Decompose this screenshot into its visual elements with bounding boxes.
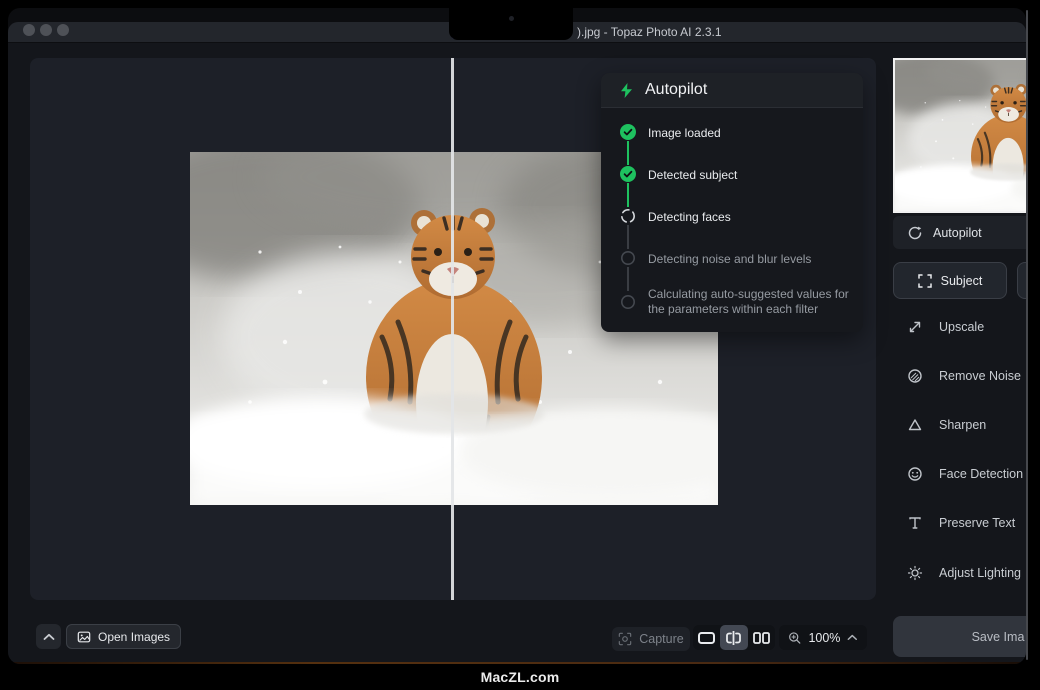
check-circle-icon bbox=[620, 124, 636, 140]
collapse-panel-button[interactable] bbox=[36, 624, 61, 649]
single-view-button[interactable] bbox=[693, 625, 720, 650]
filter-row-remove-noise[interactable]: Remove Noise bbox=[893, 364, 1026, 388]
window-title: ).jpg - Topaz Photo AI 2.3.1 bbox=[577, 22, 722, 42]
filter-label: Upscale bbox=[939, 320, 984, 334]
close-window-button[interactable] bbox=[23, 24, 35, 36]
secondary-mask-button[interactable] bbox=[1017, 262, 1026, 299]
split-view-icon bbox=[725, 631, 742, 645]
single-view-icon bbox=[698, 632, 715, 644]
save-image-label: Save Ima bbox=[972, 630, 1025, 644]
maximize-window-button[interactable] bbox=[57, 24, 69, 36]
lightning-bolt-icon bbox=[620, 83, 633, 98]
spinner-icon bbox=[620, 208, 636, 224]
sidebar-autopilot-label: Autopilot bbox=[933, 226, 982, 240]
camera-notch bbox=[449, 8, 573, 40]
filter-label: Adjust Lighting bbox=[939, 566, 1021, 580]
selection-corners-icon bbox=[918, 274, 932, 288]
zoom-in-icon bbox=[788, 631, 801, 645]
noise-circle-icon bbox=[907, 368, 923, 384]
filter-label: Sharpen bbox=[939, 418, 986, 432]
step-connector bbox=[627, 183, 629, 207]
image-thumbnail[interactable] bbox=[893, 58, 1026, 213]
open-images-label: Open Images bbox=[98, 630, 170, 644]
autopilot-step: Detected subject bbox=[601, 166, 863, 182]
pending-circle-icon bbox=[620, 294, 636, 310]
capture-button[interactable]: Capture bbox=[612, 627, 690, 651]
filter-label: Remove Noise bbox=[939, 369, 1021, 383]
sun-icon bbox=[907, 565, 923, 581]
step-label: Image loaded bbox=[648, 126, 851, 141]
open-images-button[interactable]: Open Images bbox=[66, 624, 181, 649]
pending-circle-icon bbox=[620, 250, 636, 266]
capture-icon bbox=[618, 632, 632, 646]
image-icon bbox=[77, 630, 91, 644]
bezel-edge-highlight bbox=[1026, 10, 1028, 660]
screen: ).jpg - Topaz Photo AI 2.3.1 Autopilot bbox=[8, 8, 1026, 664]
autopilot-panel-header: Autopilot bbox=[601, 73, 863, 108]
split-view-button[interactable] bbox=[720, 625, 747, 650]
step-label: Detecting noise and blur levels bbox=[648, 252, 851, 267]
minimize-window-button[interactable] bbox=[40, 24, 52, 36]
laptop-mockup: ).jpg - Topaz Photo AI 2.3.1 Autopilot bbox=[0, 0, 1040, 690]
upscale-arrows-icon bbox=[907, 319, 923, 335]
subject-button[interactable]: Subject bbox=[893, 262, 1007, 299]
side-by-side-icon bbox=[753, 632, 770, 644]
step-connector bbox=[627, 225, 629, 249]
triangle-icon bbox=[907, 417, 923, 433]
sidebar-autopilot-row[interactable]: Autopilot bbox=[893, 216, 1026, 249]
zoom-level-value: 100% bbox=[808, 631, 840, 645]
autopilot-step: Image loaded bbox=[601, 124, 863, 140]
chevron-up-icon bbox=[43, 633, 55, 641]
filter-row-preserve-text[interactable]: Preserve Text bbox=[893, 511, 1026, 535]
view-mode-toggle-group bbox=[693, 625, 775, 650]
step-connector bbox=[627, 141, 629, 165]
step-label: Calculating auto-suggested values for th… bbox=[648, 287, 851, 317]
camera-icon bbox=[509, 16, 514, 21]
autopilot-panel-title: Autopilot bbox=[645, 81, 707, 99]
step-label: Detecting faces bbox=[648, 210, 851, 225]
filter-label: Preserve Text bbox=[939, 516, 1015, 530]
autopilot-progress-panel: Autopilot Image loaded Detected subject … bbox=[601, 73, 863, 332]
chevron-up-icon[interactable] bbox=[847, 634, 858, 641]
face-icon bbox=[907, 466, 923, 482]
filter-row-upscale[interactable]: Upscale bbox=[893, 315, 1026, 339]
spinner-icon bbox=[907, 225, 923, 241]
filter-row-adjust-lighting[interactable]: Adjust Lighting BE bbox=[893, 561, 1026, 585]
step-label: Detected subject bbox=[648, 168, 851, 183]
autopilot-step: Detecting noise and blur levels bbox=[601, 250, 863, 266]
filter-row-face-detection[interactable]: Face Detection Not bbox=[893, 462, 1026, 486]
subject-button-label: Subject bbox=[941, 274, 983, 288]
text-t-icon bbox=[907, 515, 923, 531]
check-circle-icon bbox=[620, 166, 636, 182]
filter-row-sharpen[interactable]: Sharpen bbox=[893, 413, 1026, 437]
save-image-button[interactable]: Save Ima bbox=[893, 616, 1026, 657]
laptop-brand-label: MacZL.com bbox=[0, 664, 1040, 690]
filter-label: Face Detection Not bbox=[939, 467, 1026, 481]
side-by-side-view-button[interactable] bbox=[748, 625, 775, 650]
autopilot-step: Calculating auto-suggested values for th… bbox=[601, 286, 863, 318]
zoom-control[interactable]: 100% bbox=[779, 625, 867, 650]
capture-label: Capture bbox=[639, 632, 683, 646]
autopilot-step: Detecting faces bbox=[601, 208, 863, 224]
before-after-split-handle[interactable] bbox=[451, 58, 454, 600]
